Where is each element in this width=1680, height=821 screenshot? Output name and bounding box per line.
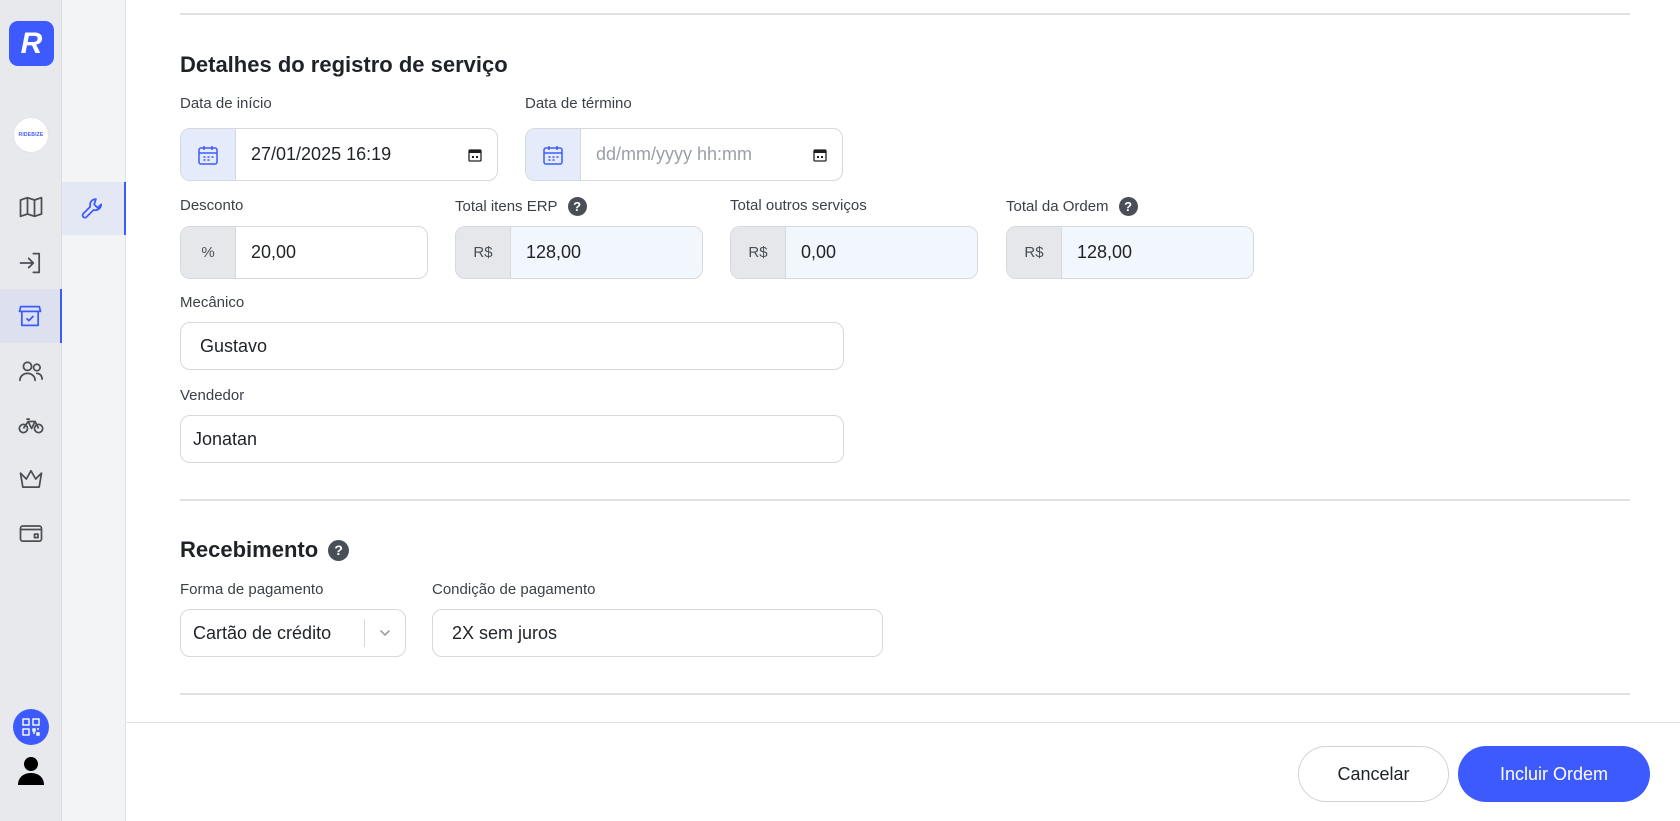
currency-addon: R$ — [731, 227, 786, 278]
start-date-label-text: Data de início — [180, 95, 272, 112]
wrench-icon — [81, 197, 103, 218]
calendar-icon — [198, 145, 218, 165]
payment-condition-input[interactable]: 2X sem juros — [432, 609, 883, 657]
mechanic-label: Mecânico — [180, 294, 244, 311]
total-erp-label: Total itens ERP ? — [455, 197, 587, 216]
qr-code-icon — [22, 718, 40, 736]
end-date-label-text: Data de término — [525, 95, 632, 112]
end-date-label: Data de término — [525, 95, 632, 112]
discount-input[interactable]: % 20,00 — [180, 226, 428, 279]
seller-label-text: Vendedor — [180, 387, 245, 404]
app-logo[interactable]: R — [9, 21, 54, 66]
payment-method-label-text: Forma de pagamento — [180, 581, 324, 598]
rail-item-crown[interactable] — [0, 452, 62, 506]
logo-letter: R — [20, 26, 43, 60]
payment-condition-label-text: Condição de pagamento — [432, 581, 596, 598]
form-footer: Cancelar Incluir Ordem — [126, 722, 1680, 821]
secondary-nav — [62, 0, 126, 821]
receipt-title: Recebimento ? — [180, 537, 350, 563]
store-icon — [18, 305, 42, 327]
users-icon — [19, 361, 43, 382]
seller-input[interactable]: Jonatan — [180, 415, 844, 463]
total-other-label: Total outros serviços — [730, 197, 867, 214]
user-profile-button[interactable] — [16, 754, 46, 786]
total-order-field: R$ 128,00 — [1006, 226, 1254, 279]
end-date-picker[interactable] — [798, 129, 842, 180]
rail-item-wallet[interactable] — [0, 506, 62, 560]
help-icon[interactable]: ? — [328, 539, 350, 561]
brand-text: RIDEBIZE — [18, 132, 44, 138]
wallet-icon — [19, 525, 43, 543]
section-title-text: Detalhes do registro de serviço — [180, 52, 508, 77]
calendar-picker-icon — [813, 148, 827, 162]
total-other-field: R$ 0,00 — [730, 226, 978, 279]
divider — [180, 693, 1630, 695]
payment-method-select[interactable]: Cartão de crédito — [180, 609, 406, 657]
total-erp-value: 128,00 — [511, 227, 702, 278]
rail-item-store[interactable] — [0, 289, 62, 343]
total-other-label-text: Total outros serviços — [730, 197, 867, 214]
chevron-down-icon[interactable] — [365, 626, 405, 640]
brand-avatar[interactable]: RIDEBIZE — [13, 117, 49, 153]
currency-addon: R$ — [456, 227, 511, 278]
payment-condition-label: Condição de pagamento — [432, 581, 595, 598]
help-icon[interactable]: ? — [567, 197, 587, 216]
calendar-addon — [181, 129, 236, 180]
total-order-value: 128,00 — [1062, 227, 1253, 278]
service-details-title: Detalhes do registro de serviço — [180, 52, 508, 78]
cancel-button[interactable]: Cancelar — [1298, 746, 1449, 802]
payment-method-label: Forma de pagamento — [180, 581, 323, 598]
mechanic-label-text: Mecânico — [180, 294, 245, 311]
total-erp-field: R$ 128,00 — [455, 226, 703, 279]
calendar-addon — [526, 129, 581, 180]
app-rail: R RIDEBIZE — [0, 0, 62, 821]
user-icon — [18, 757, 44, 785]
rail-item-map[interactable] — [0, 180, 62, 234]
rail-item-login[interactable] — [0, 236, 62, 290]
qr-code-button[interactable] — [13, 709, 49, 745]
map-icon — [19, 196, 43, 218]
start-date-picker[interactable] — [453, 129, 497, 180]
divider — [180, 499, 1630, 501]
end-date-input[interactable]: dd/mm/yyyy hh:mm — [525, 128, 843, 181]
mechanic-input[interactable]: Gustavo — [180, 322, 844, 370]
calendar-icon — [543, 145, 563, 165]
rail-item-bike[interactable] — [0, 398, 62, 452]
total-other-value: 0,00 — [786, 227, 977, 278]
payment-method-value: Cartão de crédito — [193, 622, 332, 643]
login-icon — [19, 252, 41, 274]
percent-addon: % — [181, 227, 236, 278]
discount-label: Desconto — [180, 197, 243, 214]
crown-icon — [19, 469, 43, 489]
end-date-placeholder: dd/mm/yyyy hh:mm — [596, 144, 753, 164]
discount-value: 20,00 — [251, 242, 297, 262]
start-date-value: 27/01/2025 16:19 — [251, 144, 392, 164]
total-order-label: Total da Ordem ? — [1006, 197, 1138, 216]
currency-addon: R$ — [1007, 227, 1062, 278]
start-date-label: Data de início — [180, 95, 272, 112]
total-order-label-text: Total da Ordem — [1006, 198, 1109, 215]
discount-label-text: Desconto — [180, 197, 244, 214]
subnav-item-service[interactable] — [62, 182, 126, 235]
main-content: Detalhes do registro de serviço Data de … — [126, 0, 1680, 821]
section-title-text: Recebimento — [180, 537, 319, 562]
calendar-picker-icon — [468, 148, 482, 162]
start-date-input[interactable]: 27/01/2025 16:19 — [180, 128, 498, 181]
help-icon[interactable]: ? — [1118, 197, 1138, 216]
bike-icon — [18, 418, 44, 434]
submit-order-button[interactable]: Incluir Ordem — [1458, 746, 1650, 802]
seller-label: Vendedor — [180, 387, 244, 404]
total-erp-label-text: Total itens ERP — [455, 198, 558, 215]
divider — [180, 13, 1630, 15]
rail-item-users[interactable] — [0, 344, 62, 398]
